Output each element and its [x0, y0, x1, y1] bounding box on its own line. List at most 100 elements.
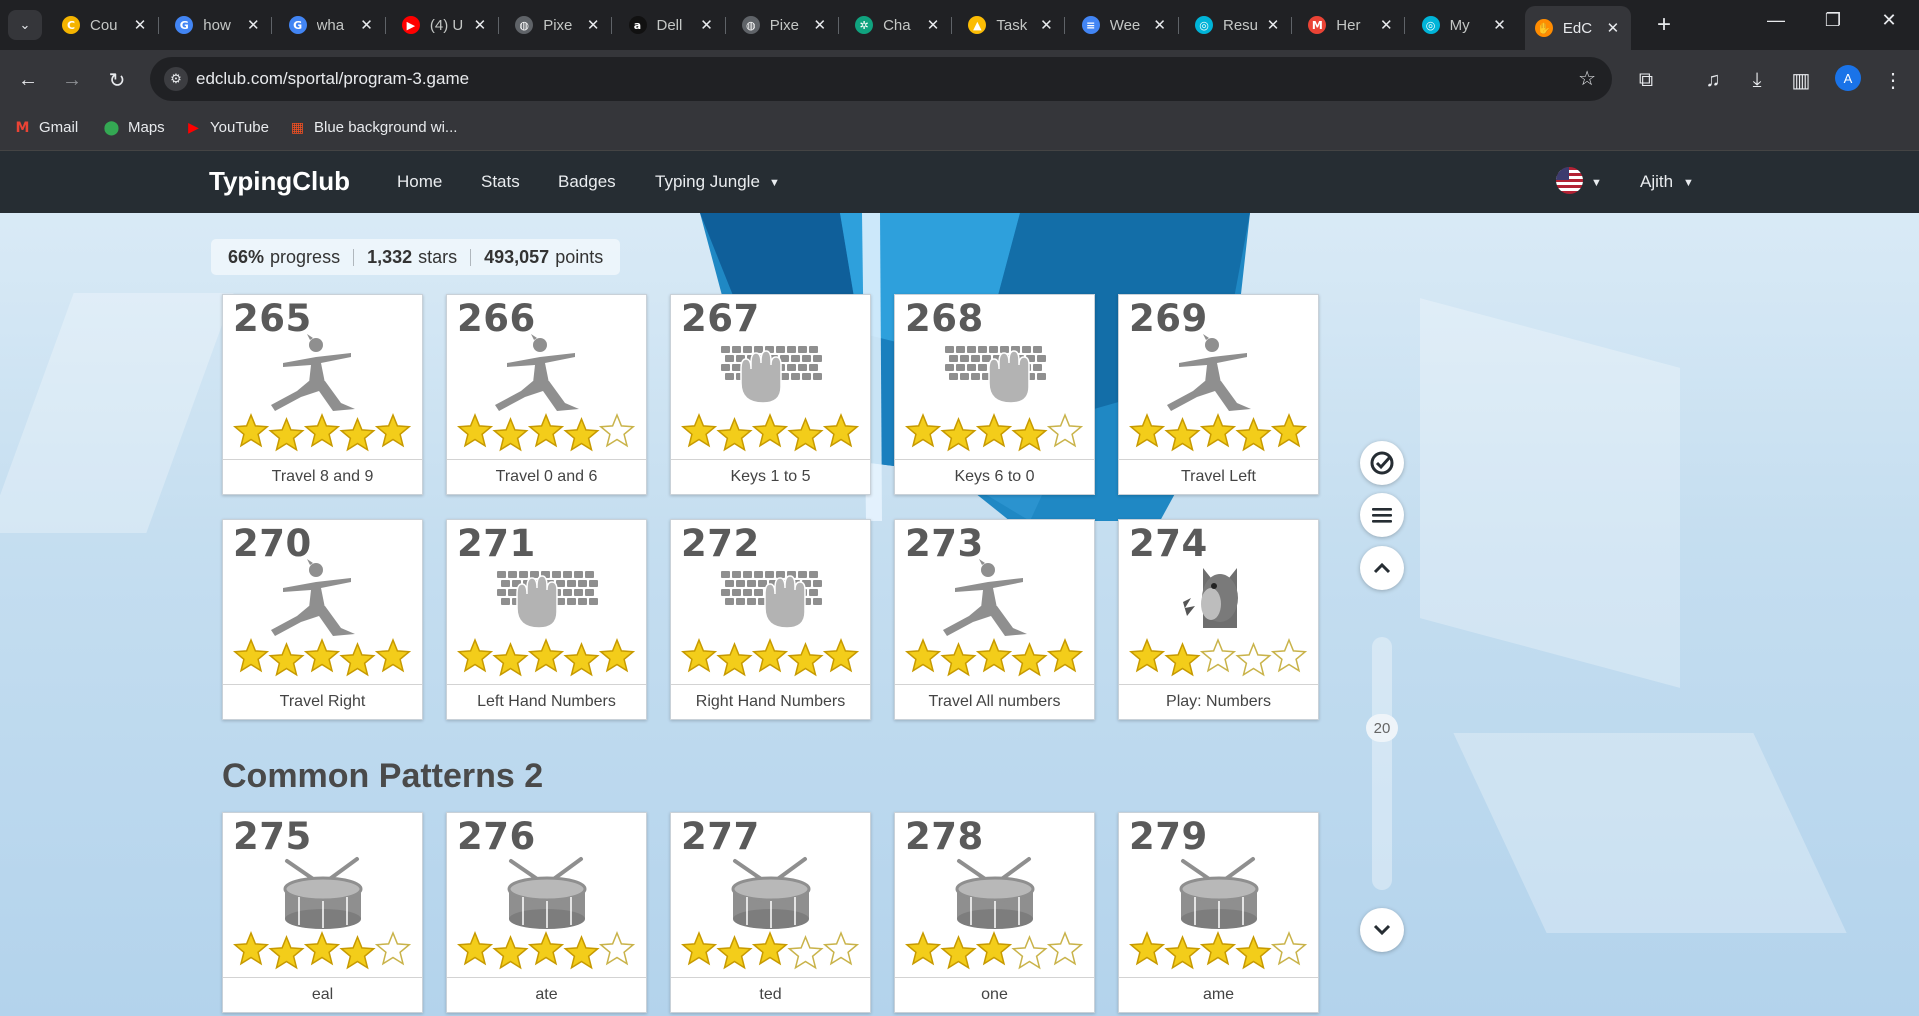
- empty-star-icon: [1046, 412, 1084, 448]
- lesson-scroll-track[interactable]: [1372, 637, 1392, 890]
- lesson-card[interactable]: 276 ate: [446, 812, 647, 1013]
- lesson-card[interactable]: 268 Keys 6 to 0: [894, 294, 1095, 495]
- tab-close-icon[interactable]: ✕: [1152, 16, 1168, 34]
- scroll-position-value[interactable]: 20: [1366, 714, 1398, 742]
- bookmark-item[interactable]: M Gmail: [14, 119, 79, 136]
- language-caret-icon[interactable]: ▼: [1591, 177, 1602, 189]
- site-info-icon[interactable]: ⚙: [164, 67, 188, 91]
- filled-star-icon: [563, 934, 600, 970]
- address-url[interactable]: edclub.com/sportal/program-3.game: [196, 69, 469, 89]
- tab-close-icon[interactable]: ✕: [1492, 16, 1508, 34]
- back-arrow-icon[interactable]: ←: [12, 64, 44, 96]
- tab-close-icon[interactable]: ✕: [925, 16, 941, 34]
- tab-close-icon[interactable]: ✕: [699, 16, 715, 34]
- lesson-card[interactable]: 265 Travel 8 and 9: [222, 294, 423, 495]
- lesson-title: Play: Numbers: [1119, 684, 1318, 719]
- nav-home[interactable]: Home: [397, 172, 442, 192]
- bookmark-item[interactable]: ⬤ Maps: [103, 119, 165, 136]
- side-panel-icon[interactable]: ▥: [1785, 64, 1817, 96]
- bookmark-item[interactable]: ▶ YouTube: [185, 119, 269, 136]
- reload-icon[interactable]: ↻: [101, 64, 133, 96]
- filled-star-icon: [563, 416, 600, 452]
- address-bar[interactable]: ⚙ edclub.com/sportal/program-3.game ☆: [150, 57, 1612, 101]
- forward-arrow-icon[interactable]: →: [56, 64, 88, 96]
- lesson-stars: [456, 930, 637, 970]
- nav-badges[interactable]: Badges: [558, 172, 616, 192]
- browser-tab[interactable]: ✋ EdC ✕: [1524, 6, 1631, 50]
- tab-close-icon[interactable]: ✕: [1605, 19, 1621, 37]
- lesson-card[interactable]: 267 Keys 1 to 5: [670, 294, 871, 495]
- tab-close-icon[interactable]: ✕: [359, 16, 375, 34]
- filled-star-icon: [527, 412, 565, 448]
- nav-stats[interactable]: Stats: [481, 172, 520, 192]
- lesson-title: ted: [671, 977, 870, 1012]
- extensions-puzzle-icon[interactable]: ⧉: [1630, 64, 1662, 96]
- minimize-icon[interactable]: —: [1756, 10, 1796, 31]
- google-icon: G: [175, 16, 194, 34]
- browser-tab[interactable]: ◍ Pixe ✕: [732, 8, 839, 42]
- browser-tab[interactable]: ◍ Pixe ✕: [505, 8, 613, 42]
- menu-list-icon[interactable]: [1360, 493, 1404, 537]
- progress-check-icon[interactable]: [1360, 441, 1404, 485]
- us-flag-icon[interactable]: [1556, 167, 1583, 194]
- lesson-card[interactable]: 270 Travel Right: [222, 519, 423, 720]
- tab-close-icon[interactable]: ✕: [1038, 16, 1054, 34]
- browser-tab[interactable]: C Cou ✕: [52, 8, 159, 42]
- nav-typing-jungle[interactable]: Typing Jungle: [655, 172, 760, 192]
- lesson-card[interactable]: 274 Play: Numbers: [1118, 519, 1319, 720]
- browser-tab[interactable]: a Dell ✕: [619, 8, 726, 42]
- tab-close-icon[interactable]: ✕: [132, 16, 148, 34]
- new-tab-plus-icon[interactable]: +: [1650, 11, 1678, 39]
- coursera-icon: C: [62, 16, 80, 34]
- user-caret-icon[interactable]: ▼: [1683, 177, 1694, 189]
- lesson-card[interactable]: 272 Right Hand Numbers: [670, 519, 871, 720]
- points-count: 493,057: [484, 246, 550, 267]
- bookmark-item[interactable]: ▦ Blue background wi...: [289, 119, 458, 136]
- profile-avatar[interactable]: A: [1835, 65, 1861, 91]
- lesson-card[interactable]: 278 one: [894, 812, 1095, 1013]
- tab-search-chevron-icon[interactable]: ⌄: [8, 10, 42, 40]
- lesson-card[interactable]: 269 Travel Left: [1118, 294, 1319, 495]
- browser-tab[interactable]: ◎ My ✕: [1412, 8, 1518, 42]
- browser-tab[interactable]: ◎ Resu ✕: [1185, 8, 1292, 42]
- lesson-card[interactable]: 275 eal: [222, 812, 423, 1013]
- typing-jungle-caret-icon[interactable]: ▼: [769, 177, 780, 189]
- tab-close-icon[interactable]: ✕: [1378, 16, 1394, 34]
- edclub-icon: ✋: [1534, 19, 1553, 37]
- browser-menu-kebab-icon[interactable]: ⋮: [1877, 64, 1909, 96]
- browser-tab[interactable]: ≡ Wee ✕: [1072, 8, 1179, 42]
- lesson-card[interactable]: 279 ame: [1118, 812, 1319, 1013]
- tab-close-icon[interactable]: ✕: [245, 16, 261, 34]
- drum-icon: [223, 851, 422, 931]
- tab-close-icon[interactable]: ✕: [1265, 16, 1281, 34]
- tab-close-icon[interactable]: ✕: [812, 16, 828, 34]
- browser-tab[interactable]: Gwha ✕: [279, 8, 386, 42]
- restore-window-icon[interactable]: ❐: [1813, 10, 1853, 31]
- close-window-icon[interactable]: ✕: [1869, 10, 1909, 31]
- browser-tab[interactable]: ▶ (4) U ✕: [392, 8, 499, 42]
- tab-title: how: [203, 16, 231, 34]
- tab-close-icon[interactable]: ✕: [585, 16, 601, 34]
- background-ice-shard: [0, 293, 234, 533]
- browser-tab[interactable]: ✲ Cha ✕: [845, 8, 953, 42]
- lesson-card[interactable]: 273 Travel All numbers: [894, 519, 1095, 720]
- filled-star-icon: [303, 637, 341, 673]
- download-icon[interactable]: ⤓: [1741, 64, 1773, 96]
- browser-tab[interactable]: Ghow ✕: [165, 8, 273, 42]
- empty-star-icon: [1270, 930, 1308, 966]
- browser-tab[interactable]: ▲ Task ✕: [958, 8, 1066, 42]
- filled-star-icon: [1128, 930, 1166, 966]
- tab-title: (4) U: [429, 16, 464, 34]
- lesson-card[interactable]: 271 Left Hand Numbers: [446, 519, 647, 720]
- lesson-stars: [680, 637, 861, 677]
- user-menu[interactable]: Ajith: [1640, 172, 1673, 192]
- browser-tab[interactable]: M Her ✕: [1298, 8, 1406, 42]
- lesson-card[interactable]: 277 ted: [670, 812, 871, 1013]
- tab-close-icon[interactable]: ✕: [472, 16, 488, 34]
- lesson-card[interactable]: 266 Travel 0 and 6: [446, 294, 647, 495]
- typingclub-logo[interactable]: TypingClub: [209, 166, 350, 197]
- scroll-up-chevron-icon[interactable]: [1360, 546, 1404, 590]
- bookmark-star-icon[interactable]: ☆: [1578, 66, 1596, 91]
- media-control-icon[interactable]: ♫: [1697, 64, 1729, 96]
- scroll-down-chevron-icon[interactable]: [1360, 908, 1404, 952]
